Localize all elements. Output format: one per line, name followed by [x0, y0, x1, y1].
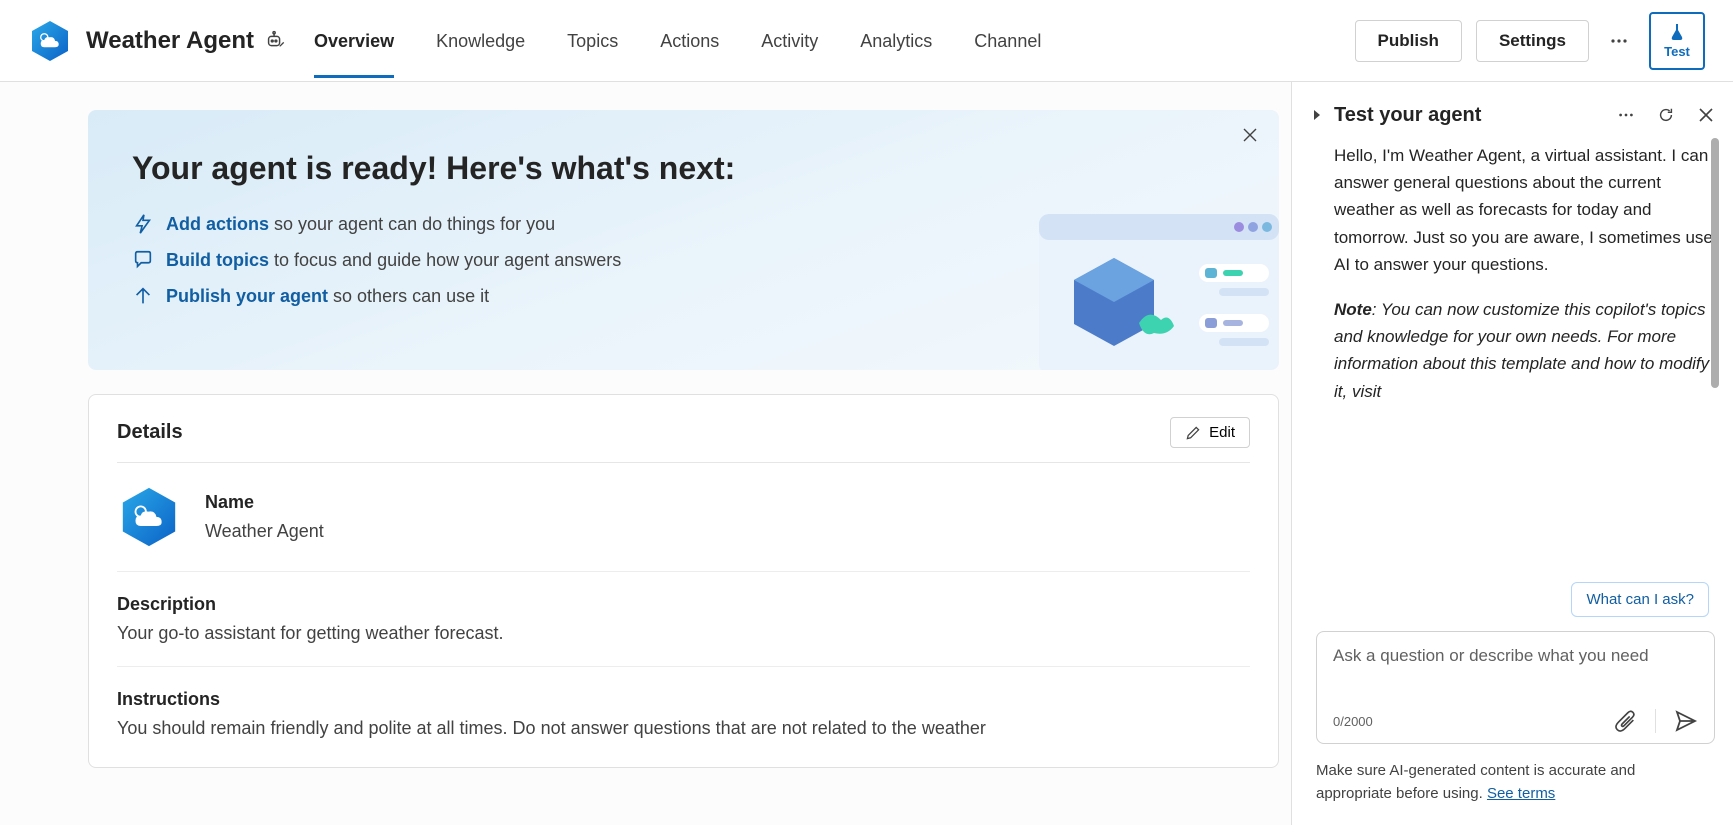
bot-edit-icon[interactable] [264, 30, 286, 52]
agent-logo-icon [28, 19, 72, 63]
details-title: Details [117, 421, 183, 444]
lightning-icon [132, 213, 154, 235]
instructions-label: Instructions [117, 689, 1250, 710]
tab-overview[interactable]: Overview [314, 3, 394, 78]
tab-activity[interactable]: Activity [761, 3, 818, 78]
name-label: Name [205, 492, 324, 513]
details-card: Details Edit Name Weather Agent Descript… [88, 394, 1279, 768]
settings-button[interactable]: Settings [1476, 20, 1589, 62]
tab-knowledge[interactable]: Knowledge [436, 3, 525, 78]
agent-title: Weather Agent [86, 27, 254, 55]
tab-topics[interactable]: Topics [567, 3, 618, 78]
chat-input-box: 0/2000 [1316, 631, 1715, 744]
banner-illustration [1039, 208, 1279, 370]
send-icon[interactable] [1674, 709, 1698, 733]
chat-icon [132, 249, 154, 271]
banner-title: Your agent is ready! Here's what's next: [132, 150, 1235, 187]
scrollbar[interactable] [1711, 138, 1719, 388]
build-topics-link[interactable]: Build topics [166, 250, 269, 270]
test-panel: Test your agent Hello, I'm Weather Agent… [1291, 82, 1733, 825]
panel-more-icon[interactable] [1611, 100, 1641, 130]
agent-note: Note: You can now customize this copilot… [1334, 296, 1713, 405]
top-actions: Publish Settings Test [1355, 12, 1705, 70]
footer-note: Make sure AI-generated content is accura… [1316, 760, 1715, 805]
top-bar: Weather Agent Overview Knowledge Topics … [0, 0, 1733, 82]
nav-tabs: Overview Knowledge Topics Actions Activi… [314, 3, 1355, 78]
refresh-icon[interactable] [1651, 100, 1681, 130]
close-panel-icon[interactable] [1691, 100, 1721, 130]
publish-agent-link[interactable]: Publish your agent [166, 286, 328, 306]
edit-button[interactable]: Edit [1170, 417, 1250, 448]
description-label: Description [117, 594, 1250, 615]
agent-greeting: Hello, I'm Weather Agent, a virtual assi… [1334, 142, 1713, 278]
main-content: Your agent is ready! Here's what's next:… [0, 82, 1291, 825]
ready-banner: Your agent is ready! Here's what's next:… [88, 110, 1279, 370]
tab-channel[interactable]: Channel [974, 3, 1041, 78]
publish-button[interactable]: Publish [1355, 20, 1462, 62]
see-terms-link[interactable]: See terms [1487, 785, 1555, 802]
more-icon[interactable] [1603, 25, 1635, 57]
add-actions-link[interactable]: Add actions [166, 214, 269, 234]
char-count: 0/2000 [1333, 714, 1615, 729]
chat-input[interactable] [1333, 646, 1698, 698]
panel-title: Test your agent [1334, 104, 1601, 127]
attach-icon[interactable] [1615, 710, 1637, 732]
tab-actions[interactable]: Actions [660, 3, 719, 78]
test-button[interactable]: Test [1649, 12, 1705, 70]
agent-avatar-icon [117, 485, 181, 549]
tab-analytics[interactable]: Analytics [860, 3, 932, 78]
pencil-icon [1185, 425, 1201, 441]
chat-messages[interactable]: Hello, I'm Weather Agent, a virtual assi… [1310, 138, 1721, 621]
instructions-value: You should remain friendly and polite at… [117, 718, 1250, 739]
arrow-up-icon [132, 285, 154, 307]
description-value: Your go-to assistant for getting weather… [117, 623, 1250, 644]
banner-close-icon[interactable] [1241, 126, 1259, 149]
suggestion-chip[interactable]: What can I ask? [1571, 582, 1709, 617]
name-value: Weather Agent [205, 521, 324, 542]
collapse-icon[interactable] [1310, 108, 1324, 122]
